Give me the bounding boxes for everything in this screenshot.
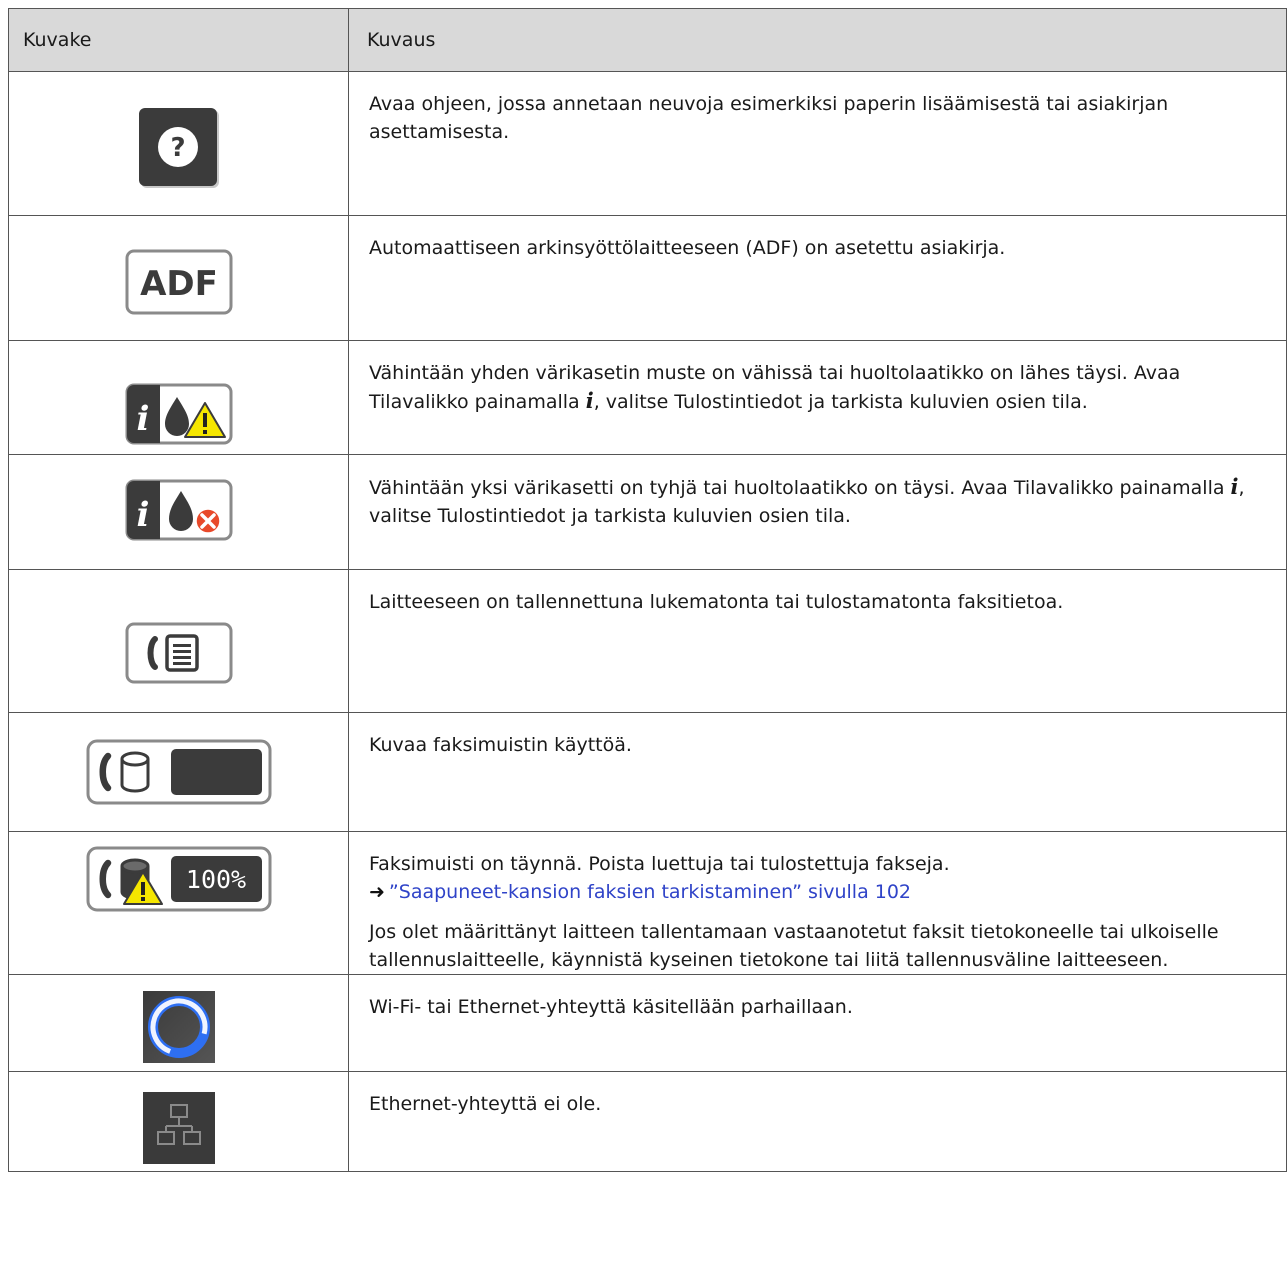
- icon-cell: i: [8, 340, 349, 455]
- table-header-row: Kuvake Kuvaus: [8, 8, 1287, 72]
- svg-text:i: i: [136, 495, 149, 535]
- icon-table: Kuvake Kuvaus ? Avaa ohjeen, jossa annet…: [8, 8, 1287, 1172]
- arrow-right-icon: ➜: [369, 881, 385, 903]
- description-cell: Automaattiseen arkinsyöttölaitteeseen (A…: [348, 215, 1287, 341]
- description-text: Ethernet-yhteyttä ei ole.: [369, 1093, 602, 1115]
- description-cell: Vähintään yhden värikasetin muste on väh…: [348, 340, 1287, 455]
- description-text: Automaattiseen arkinsyöttölaitteeseen (A…: [369, 237, 1006, 259]
- description-cell: Laitteeseen on tallennettuna lukematonta…: [348, 569, 1287, 713]
- fax-data-icon: [125, 622, 232, 684]
- adf-icon: ADF: [125, 249, 232, 315]
- description-text: Wi-Fi- tai Ethernet-yhteyttä käsitellään…: [369, 996, 853, 1018]
- fax-memory-full-icon: 100%: [86, 846, 271, 912]
- header-description-column: Kuvaus: [348, 8, 1287, 72]
- cross-reference-link[interactable]: ”Saapuneet-kansion faksien tarkistaminen…: [389, 881, 911, 903]
- table-row: Laitteeseen on tallennettuna lukematonta…: [8, 569, 1287, 713]
- header-icon-column: Kuvake: [8, 8, 349, 72]
- fax-memory-gauge: [170, 749, 262, 795]
- icon-cell: ADF: [8, 215, 349, 341]
- icon-cell: [8, 974, 349, 1072]
- table-row: Kuvaa faksimuistin käyttöä.: [8, 712, 1287, 832]
- description-text: Kuvaa faksimuistin käyttöä.: [369, 734, 632, 756]
- cross-reference: ➜ ”Saapuneet-kansion faksien tarkistamine…: [369, 878, 1270, 906]
- table-row: ADF Automaattiseen arkinsyöttölaitteesee…: [8, 215, 1287, 341]
- fax-memory-full-label: 100%: [185, 865, 245, 894]
- description-cell: Wi-Fi- tai Ethernet-yhteyttä käsitellään…: [348, 974, 1287, 1072]
- table-row: Ethernet-yhteyttä ei ole.: [8, 1071, 1287, 1172]
- ink-error-icon: i: [125, 479, 232, 541]
- description-text-extra: Jos olet määrittänyt laitteen tallentama…: [369, 921, 1219, 971]
- description-cell: Faksimuisti on täynnä. Poista luettuja t…: [348, 831, 1287, 975]
- icon-cell: [8, 1071, 349, 1172]
- adf-icon-label: ADF: [140, 264, 218, 304]
- table-row: i Vähintään yksi värikasetti on tyhjä ta…: [8, 454, 1287, 570]
- icon-cell: [8, 569, 349, 713]
- icon-cell: i: [8, 454, 349, 570]
- table-row: Wi-Fi- tai Ethernet-yhteyttä käsitellään…: [8, 974, 1287, 1072]
- description-text: Vähintään yksi värikasetti on tyhjä tai …: [369, 474, 1245, 527]
- description-text: Vähintään yhden värikasetin muste on väh…: [369, 362, 1181, 413]
- ethernet-disconnected-icon: [142, 1092, 215, 1164]
- description-cell: Kuvaa faksimuistin käyttöä.: [348, 712, 1287, 832]
- icon-cell: 100%: [8, 831, 349, 975]
- table-row: 100% Faksimuisti on täynnä. Poista luett…: [8, 831, 1287, 975]
- description-text: Faksimuisti on täynnä. Poista luettuja t…: [369, 853, 950, 875]
- info-glyph: i: [585, 388, 594, 413]
- description-cell: Avaa ohjeen, jossa annetaan neuvoja esim…: [348, 71, 1287, 216]
- svg-text:i: i: [136, 399, 149, 439]
- ink-warning-icon: i: [125, 383, 232, 445]
- fax-memory-icon: [86, 739, 271, 805]
- help-icon: ?: [138, 108, 219, 188]
- info-glyph: i: [1230, 474, 1239, 499]
- description-text: Laitteeseen on tallennettuna lukematonta…: [369, 591, 1064, 613]
- connecting-icon: [142, 991, 215, 1063]
- table-row: ? Avaa ohjeen, jossa annetaan neuvoja es…: [8, 71, 1287, 216]
- icon-cell: ?: [8, 71, 349, 216]
- description-text: Avaa ohjeen, jossa annetaan neuvoja esim…: [369, 93, 1169, 143]
- svg-text:?: ?: [170, 133, 185, 163]
- description-cell: Vähintään yksi värikasetti on tyhjä tai …: [348, 454, 1287, 570]
- table-row: i Vähintään yhden värikasetin muste on v…: [8, 340, 1287, 455]
- icon-cell: [8, 712, 349, 832]
- description-cell: Ethernet-yhteyttä ei ole.: [348, 1071, 1287, 1172]
